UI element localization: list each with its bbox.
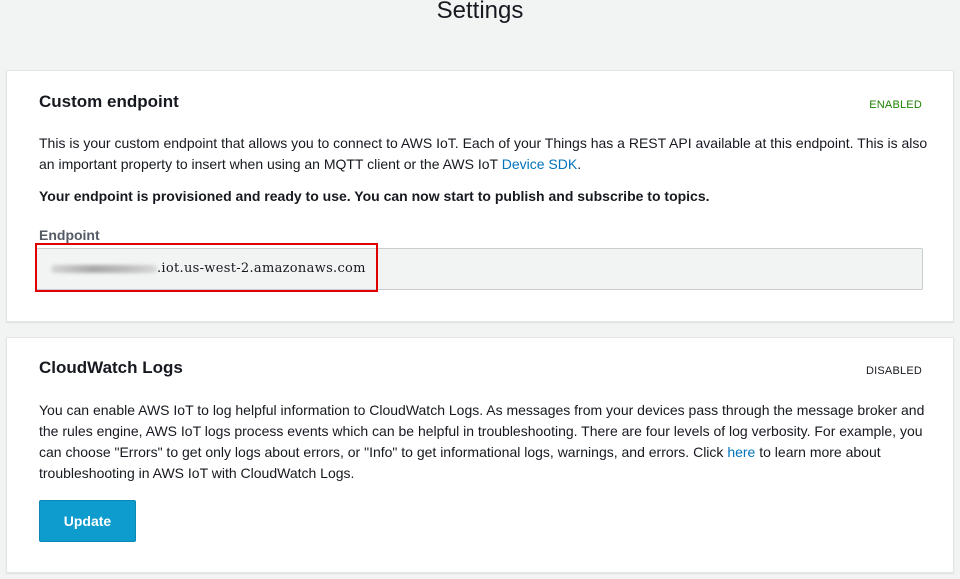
device-sdk-link[interactable]: Device SDK [502, 156, 577, 172]
custom-endpoint-description-end: . [577, 156, 582, 172]
endpoint-provisioned-notice: Your endpoint is provisioned and ready t… [39, 188, 710, 204]
cloudwatch-logs-title: CloudWatch Logs [39, 358, 183, 377]
update-button[interactable]: Update [39, 500, 136, 542]
cloudwatch-logs-description: You can enable AWS IoT to log helpful in… [39, 400, 929, 484]
custom-endpoint-description-text: This is your custom endpoint that allows… [39, 135, 928, 172]
custom-endpoint-card: Custom endpoint ENABLED This is your cus… [6, 70, 954, 322]
custom-endpoint-title: Custom endpoint [39, 92, 179, 111]
endpoint-highlight-box [35, 243, 378, 292]
cloudwatch-logs-card: CloudWatch Logs DISABLED You can enable … [6, 337, 954, 573]
custom-endpoint-status-badge: ENABLED [869, 99, 922, 111]
cloudwatch-logs-status-badge: DISABLED [865, 365, 922, 377]
troubleshooting-here-link[interactable]: here [727, 444, 755, 460]
custom-endpoint-description: This is your custom endpoint that allows… [39, 133, 929, 175]
page-title: Settings [436, 0, 524, 24]
endpoint-field-label: Endpoint [39, 227, 100, 243]
